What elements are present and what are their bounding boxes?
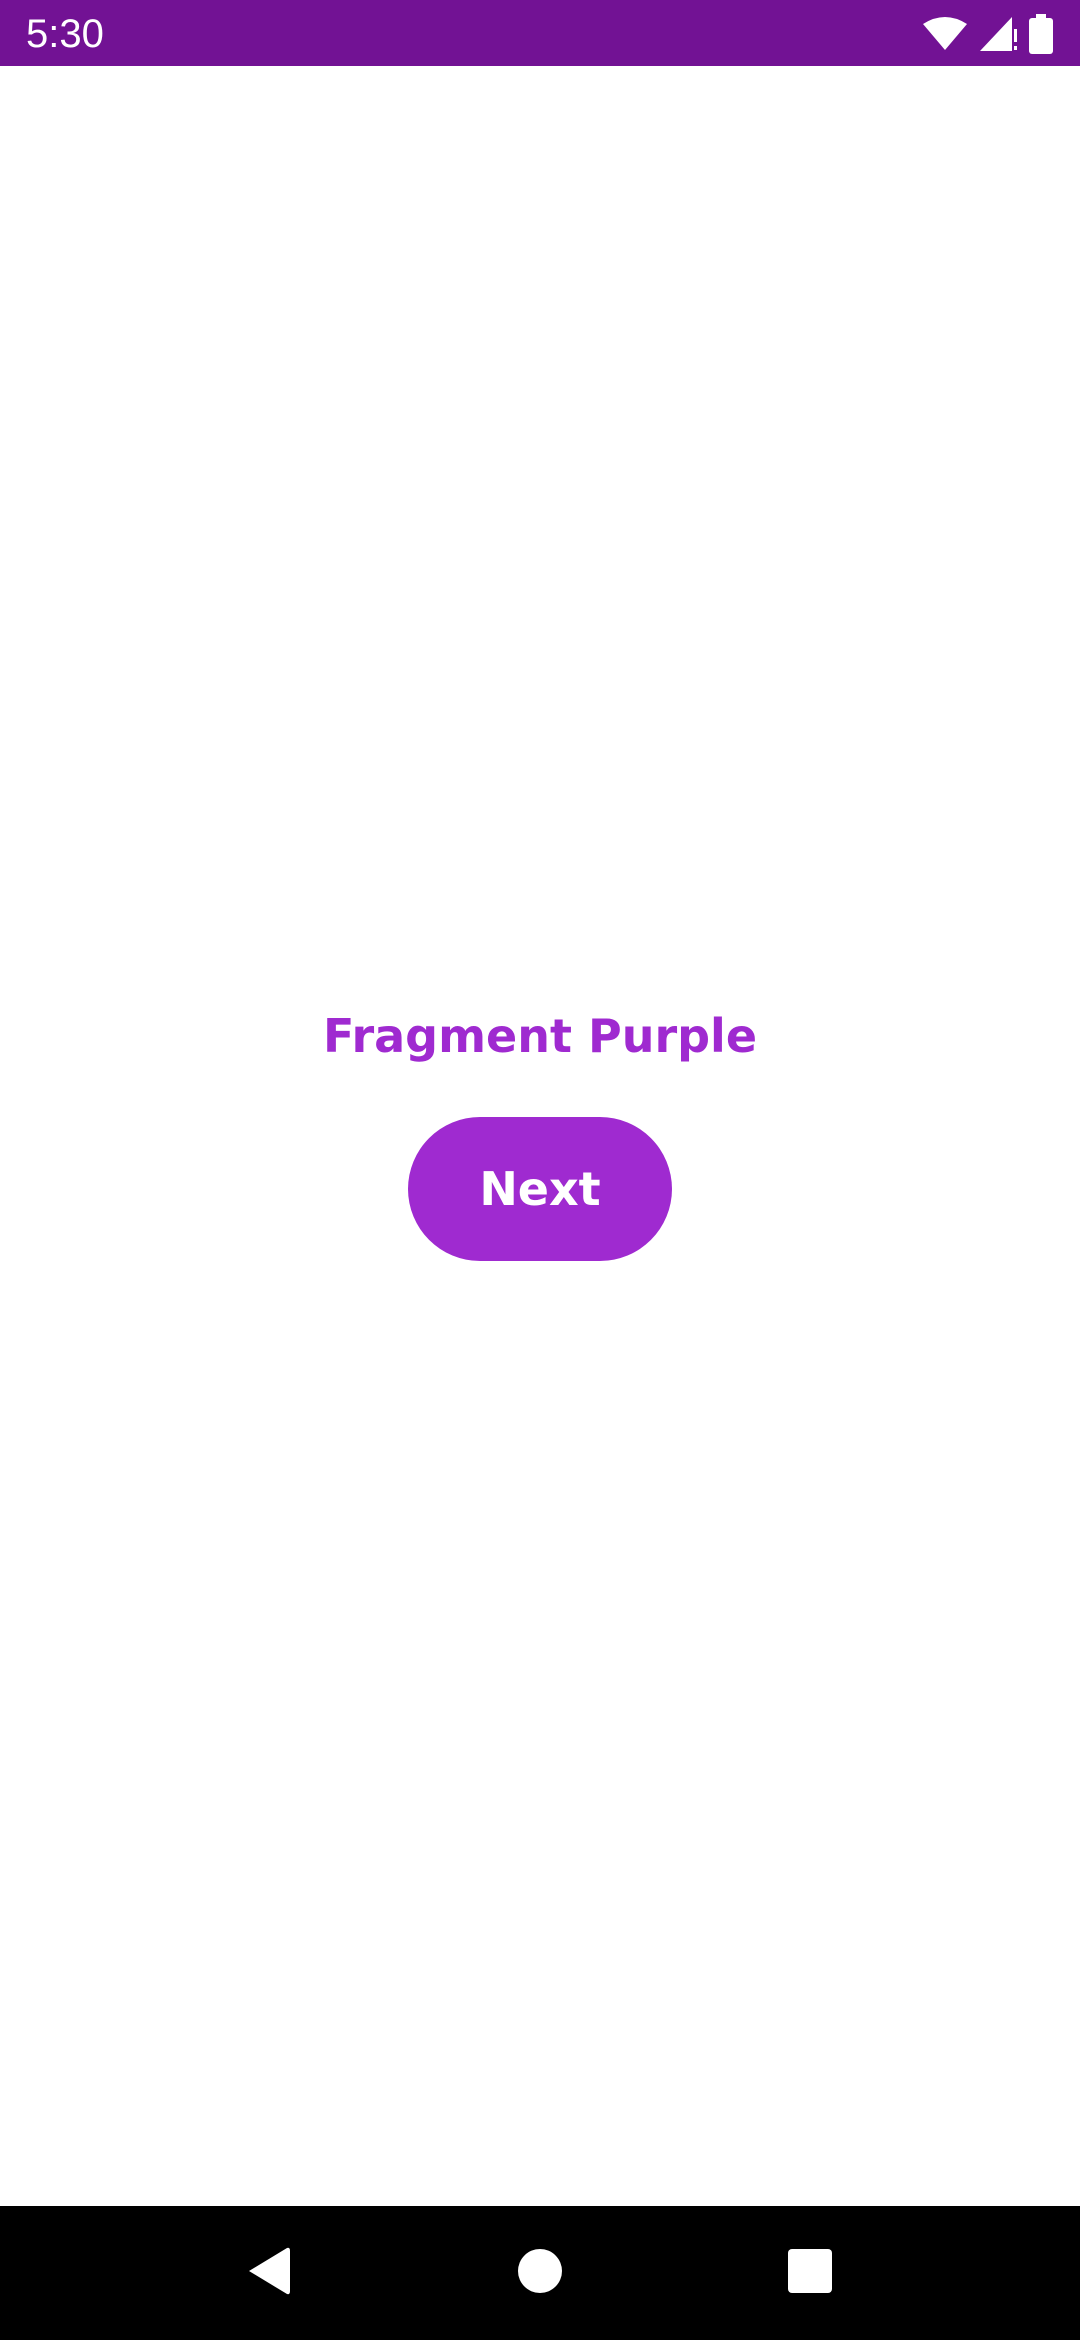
status-icons: [922, 14, 1054, 54]
back-icon: [245, 2245, 291, 2302]
wifi-icon: [922, 16, 968, 52]
nav-recents-button[interactable]: [730, 2206, 890, 2340]
nav-back-button[interactable]: [188, 2206, 348, 2340]
status-bar: 5:30: [0, 0, 1080, 66]
navigation-bar: [0, 2206, 1080, 2340]
recents-icon: [787, 2248, 833, 2299]
fragment-content: Fragment Purple Next: [0, 66, 1080, 2206]
fragment-title: Fragment Purple: [322, 1009, 758, 1063]
next-button[interactable]: Next: [408, 1117, 672, 1261]
status-time: 5:30: [26, 12, 104, 56]
home-icon: [517, 2248, 563, 2299]
cell-signal-icon: [978, 15, 1018, 53]
battery-icon: [1028, 14, 1054, 54]
nav-home-button[interactable]: [460, 2206, 620, 2340]
